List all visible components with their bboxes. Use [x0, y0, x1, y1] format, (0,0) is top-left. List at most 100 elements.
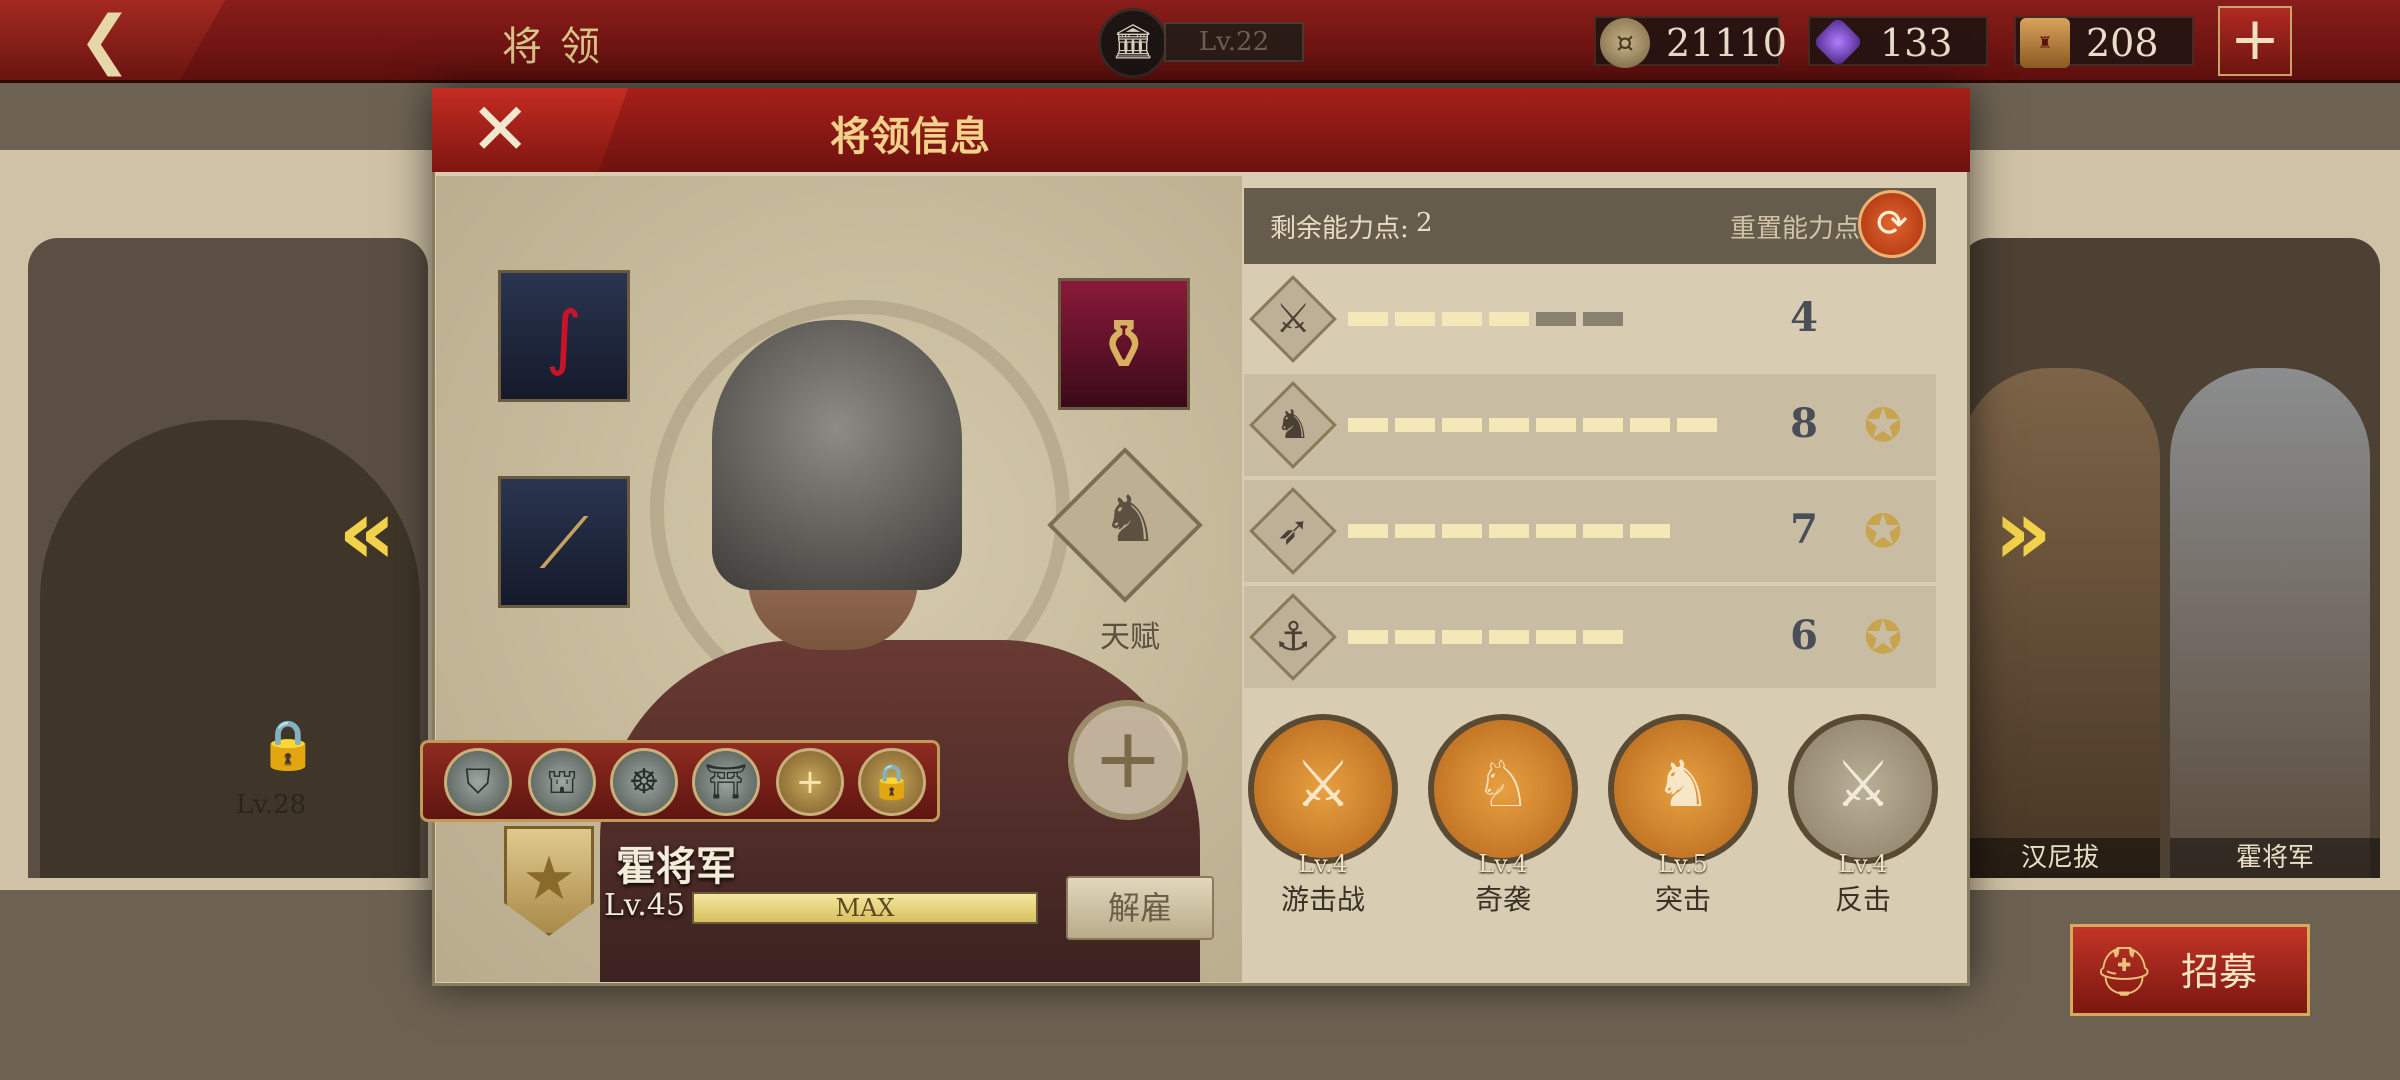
tactic-guerrilla[interactable]: ⚔: [1248, 714, 1398, 864]
coin-icon: ¤: [1600, 18, 1650, 68]
equipment-slot-banner[interactable]: ∫: [498, 270, 630, 402]
reset-icon[interactable]: ⟳: [1858, 190, 1926, 258]
skill-slot-gate-icon[interactable]: ⛫: [528, 748, 596, 816]
prev-general-arrow-icon[interactable]: «: [338, 488, 408, 584]
stat-segment-filled: [1677, 418, 1717, 432]
general-level: Lv.45: [604, 888, 686, 923]
laurel-star-icon[interactable]: ✪: [1850, 608, 1916, 666]
stat-segment-filled: [1395, 312, 1435, 326]
city-hall-icon[interactable]: 🏛: [1098, 8, 1168, 78]
stat-row-infantry: ⚔ 4: [1244, 268, 1936, 370]
page-title: 将领: [502, 24, 618, 70]
stat-segment-filled: [1536, 524, 1576, 538]
stat-segment-filled: [1489, 524, 1529, 538]
laurel-star-icon[interactable]: ✪: [1850, 502, 1916, 560]
stat-row-archer: ➶ 7 ✪: [1244, 480, 1936, 582]
back-arrow-icon[interactable]: ❮: [78, 8, 148, 72]
points-value: 2: [1416, 208, 1433, 238]
stat-bar: [1348, 418, 1728, 432]
stat-segment-filled: [1395, 418, 1435, 432]
stat-segment-filled: [1536, 418, 1576, 432]
cauldron-icon: ⚱: [1094, 304, 1154, 386]
gem-value: 133: [1880, 21, 1953, 65]
tactic-counter[interactable]: ⚔: [1788, 714, 1938, 864]
stat-segment-empty: [1583, 312, 1623, 326]
recruit-button[interactable]: ⛑ 招募: [2070, 924, 2310, 1016]
tactic-ambush[interactable]: ♘: [1428, 714, 1578, 864]
skill-slot-shield-icon[interactable]: ⛉: [444, 748, 512, 816]
stat-segment-filled: [1583, 524, 1623, 538]
skill-slot-add-icon[interactable]: +: [776, 748, 844, 816]
stat-segment-filled: [1348, 630, 1388, 644]
experience-text: MAX: [835, 894, 895, 922]
lock-icon: 🔒: [258, 717, 318, 773]
stat-value: 7: [1790, 506, 1818, 553]
stat-value: 4: [1790, 294, 1818, 341]
stat-segment-filled: [1630, 524, 1670, 538]
coin-value: 21110: [1666, 21, 1787, 65]
dismiss-button[interactable]: 解雇: [1066, 876, 1214, 940]
roster-card-general[interactable]: [1960, 368, 2160, 878]
stat-segment-filled: [1348, 312, 1388, 326]
stat-segment-filled: [1583, 630, 1623, 644]
experience-bar: MAX: [692, 892, 1038, 924]
add-resource-button[interactable]: +: [2218, 6, 2292, 76]
stat-bar: [1348, 312, 1728, 326]
stat-value: 8: [1790, 400, 1818, 447]
horse-icon: ♞: [1275, 402, 1311, 448]
gem-counter: 133: [1808, 16, 1988, 68]
equipment-slot-spear[interactable]: ⟋: [498, 476, 630, 608]
laurel-star-icon[interactable]: ✪: [1850, 396, 1916, 454]
skill-slot-beast-icon[interactable]: ☸: [610, 748, 678, 816]
anchor-icon: ⚓: [1275, 614, 1311, 660]
stat-segment-filled: [1630, 418, 1670, 432]
roster-name: 霍将军: [2170, 838, 2380, 878]
bow-icon: ➶: [1276, 508, 1310, 554]
stat-segment-filled: [1442, 630, 1482, 644]
tactic-charge[interactable]: ♞: [1608, 714, 1758, 864]
talent-label: 天赋: [1100, 620, 1160, 655]
gem-icon: [1812, 16, 1864, 68]
stat-segment-filled: [1348, 418, 1388, 432]
tactic-name: 奇袭: [1474, 883, 1531, 916]
honor-counter: ♜ 208: [2014, 16, 2194, 68]
spear-icon: ⟋: [539, 502, 589, 584]
stat-row-navy: ⚓ 6 ✪: [1244, 586, 1936, 688]
stat-row-cavalry: ♞ 8 ✪: [1244, 374, 1936, 476]
stat-segment-filled: [1536, 630, 1576, 644]
stat-segment-filled: [1489, 418, 1529, 432]
stat-segment-filled: [1442, 312, 1482, 326]
roster-unlock-level: Lv.28: [236, 790, 307, 820]
stat-segment-filled: [1395, 630, 1435, 644]
modal-title: 将领信息: [830, 113, 990, 160]
stat-segment-empty: [1536, 312, 1576, 326]
skill-slot-lock-icon[interactable]: 🔒: [858, 748, 926, 816]
add-skill-icon[interactable]: +: [1068, 700, 1188, 820]
next-general-arrow-icon[interactable]: »: [1994, 488, 2064, 584]
stat-segment-filled: [1348, 524, 1388, 538]
reset-points-label: 重置能力点: [1729, 214, 1860, 244]
stat-bar: [1348, 524, 1728, 538]
recruit-label: 招募: [2181, 950, 2258, 994]
stat-segment-filled: [1583, 418, 1623, 432]
base-level: Lv.22: [1164, 22, 1304, 62]
skill-slot-temple-icon[interactable]: ⛩: [692, 748, 760, 816]
honor-value: 208: [2086, 21, 2159, 65]
horse-head-icon[interactable]: ♞: [1090, 480, 1170, 560]
sword-icon: ⚔: [1275, 296, 1311, 342]
stat-segment-filled: [1489, 312, 1529, 326]
tactic-name: 反击: [1834, 883, 1891, 916]
honor-standard-icon: ♜: [2020, 18, 2070, 68]
stat-bar: [1348, 630, 1728, 644]
tactic-name: 突击: [1654, 883, 1711, 916]
coin-counter: ¤ 21110: [1594, 16, 1787, 68]
tactic-name: 游击战: [1280, 883, 1365, 916]
banner-icon: ∫: [545, 296, 583, 378]
helmet-plus-icon: ⛑: [2093, 944, 2155, 1000]
close-icon[interactable]: ✕: [470, 93, 540, 165]
stat-segment-filled: [1442, 418, 1482, 432]
roster-card-general[interactable]: [2170, 368, 2370, 878]
roster-name: 汉尼拔: [1960, 838, 2160, 878]
stat-value: 6: [1790, 612, 1818, 659]
equipment-slot-cauldron[interactable]: ⚱: [1058, 278, 1190, 410]
